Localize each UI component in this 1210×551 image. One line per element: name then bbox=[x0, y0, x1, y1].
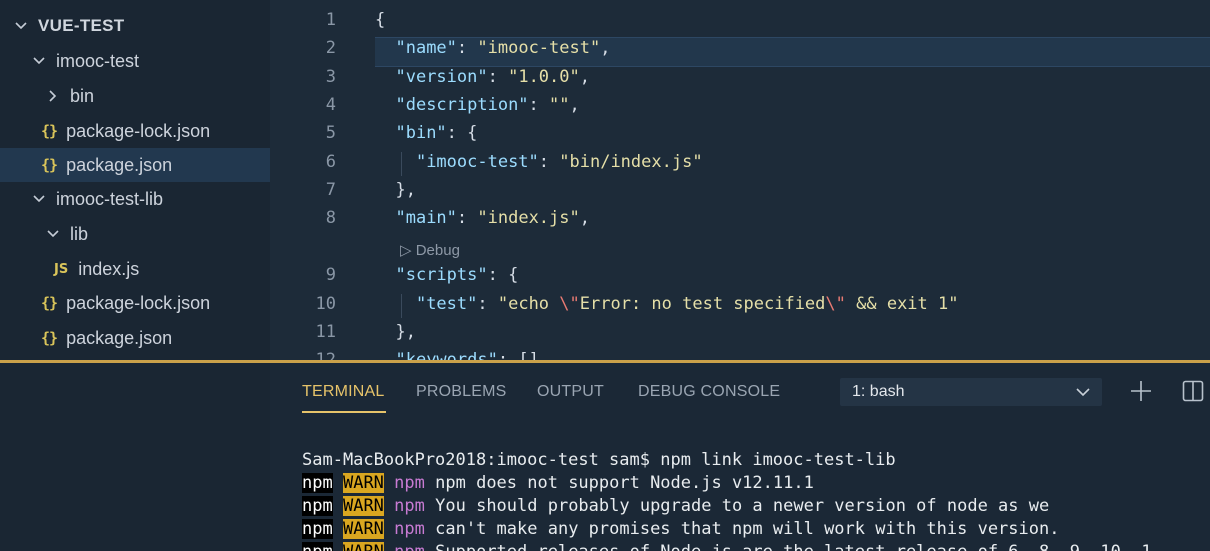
javascript-file-icon: JS bbox=[54, 261, 69, 277]
tree-folder-imooc-test-lib[interactable]: imooc-test-lib bbox=[0, 182, 270, 216]
chevron-down-icon bbox=[14, 19, 28, 33]
tree-folder-lib[interactable]: lib bbox=[0, 217, 270, 251]
code-line-5: "bin": { bbox=[395, 123, 478, 143]
line-number: 5 bbox=[325, 123, 336, 143]
line-number: 9 bbox=[325, 265, 336, 285]
tree-item-label: package-lock.json bbox=[66, 292, 211, 313]
chevron-right-icon bbox=[46, 89, 60, 103]
code-line-8: "main": "index.js", bbox=[395, 208, 590, 228]
tree-item-label: imooc-test bbox=[56, 50, 140, 71]
tree-file-package-lock-json[interactable]: {} package-lock.json bbox=[0, 286, 270, 320]
terminal-warn-line: npm WARN npm Supported releases of Node.… bbox=[302, 542, 1152, 551]
chevron-down-icon bbox=[32, 192, 46, 206]
line-number: 7 bbox=[325, 180, 336, 200]
new-terminal-plus-icon[interactable] bbox=[1128, 378, 1154, 404]
tree-file-index-js[interactable]: JS index.js bbox=[0, 252, 270, 286]
debug-codelens[interactable]: ▷ Debug bbox=[400, 241, 460, 259]
code-line-11: }, bbox=[395, 322, 416, 342]
line-number: 8 bbox=[325, 208, 336, 228]
debug-codelens-label: Debug bbox=[415, 242, 460, 259]
play-icon: ▷ bbox=[400, 242, 416, 259]
terminal-prompt-line: Sam-MacBookPro2018:imooc-test sam$ npm l… bbox=[302, 450, 896, 470]
code-line-2: "name": "imooc-test", bbox=[395, 38, 611, 58]
tree-file-package-lock-json[interactable]: {} package-lock.json bbox=[0, 114, 270, 148]
code-line-4: "description": "", bbox=[395, 95, 580, 115]
tree-file-package-json[interactable]: {} package.json bbox=[0, 321, 270, 355]
json-file-icon: {} bbox=[41, 294, 58, 312]
tab-debug-console[interactable]: DEBUG CONSOLE bbox=[638, 383, 780, 401]
tree-folder-bin[interactable]: bin bbox=[0, 79, 270, 113]
tree-folder-imooc-test[interactable]: imooc-test bbox=[0, 44, 270, 78]
line-number: 1 bbox=[325, 10, 336, 30]
tab-output[interactable]: OUTPUT bbox=[537, 383, 604, 401]
line-number: 4 bbox=[325, 95, 336, 115]
code-line-9: "scripts": { bbox=[395, 265, 519, 285]
json-file-icon: {} bbox=[41, 156, 58, 174]
terminal-warn-line: npm WARN npm npm does not support Node.j… bbox=[302, 473, 814, 493]
explorer-root-label: VUE-TEST bbox=[38, 16, 125, 35]
code-line-7: }, bbox=[395, 180, 416, 200]
tree-file-package-json[interactable]: {} package.json bbox=[0, 148, 270, 182]
tab-terminal[interactable]: TERMINAL bbox=[302, 383, 385, 401]
tree-item-label: index.js bbox=[78, 258, 140, 279]
line-number: 10 bbox=[315, 294, 336, 314]
terminal-select[interactable]: 1: bash bbox=[840, 378, 1102, 406]
tree-item-label: bin bbox=[70, 85, 95, 106]
split-terminal-icon[interactable] bbox=[1182, 380, 1204, 402]
explorer-root-folder[interactable]: VUE-TEST bbox=[0, 9, 270, 43]
line-number: 11 bbox=[315, 322, 336, 342]
code-editor[interactable]: 1 2 3 4 5 6 7 8 9 10 11 12 { "name": "im… bbox=[270, 0, 1210, 362]
tree-item-label: imooc-test-lib bbox=[56, 188, 164, 209]
explorer-sidebar: VUE-TEST imooc-test bin {} package-lock.… bbox=[0, 0, 270, 551]
json-file-icon: {} bbox=[41, 122, 58, 140]
tree-item-label: package.json bbox=[66, 327, 173, 348]
line-number: 2 bbox=[325, 38, 336, 58]
code-line-10: "test": "echo \"Error: no test specified… bbox=[415, 294, 959, 314]
chevron-down-icon bbox=[46, 227, 60, 241]
terminal-warn-line: npm WARN npm You should probably upgrade… bbox=[302, 496, 1050, 516]
code-line-3: "version": "1.0.0", bbox=[395, 67, 590, 87]
line-number: 6 bbox=[325, 152, 336, 172]
tree-item-label: package.json bbox=[66, 154, 173, 175]
active-tab-indicator bbox=[302, 411, 386, 413]
code-line-6: "imooc-test": "bin/index.js" bbox=[415, 152, 703, 172]
bottom-panel: TERMINAL PROBLEMS OUTPUT DEBUG CONSOLE 1… bbox=[270, 363, 1210, 551]
line-number: 3 bbox=[325, 67, 336, 87]
tab-problems[interactable]: PROBLEMS bbox=[416, 383, 507, 401]
chevron-down-icon bbox=[1076, 388, 1090, 397]
json-file-icon: {} bbox=[41, 329, 58, 347]
tree-item-label: lib bbox=[70, 223, 89, 244]
chevron-down-icon bbox=[32, 54, 46, 68]
tree-item-label: package-lock.json bbox=[66, 120, 211, 141]
terminal-warn-line: npm WARN npm can't make any promises tha… bbox=[302, 519, 1060, 539]
code-line-1: { bbox=[375, 10, 386, 30]
terminal-select-value: 1: bash bbox=[852, 383, 905, 400]
